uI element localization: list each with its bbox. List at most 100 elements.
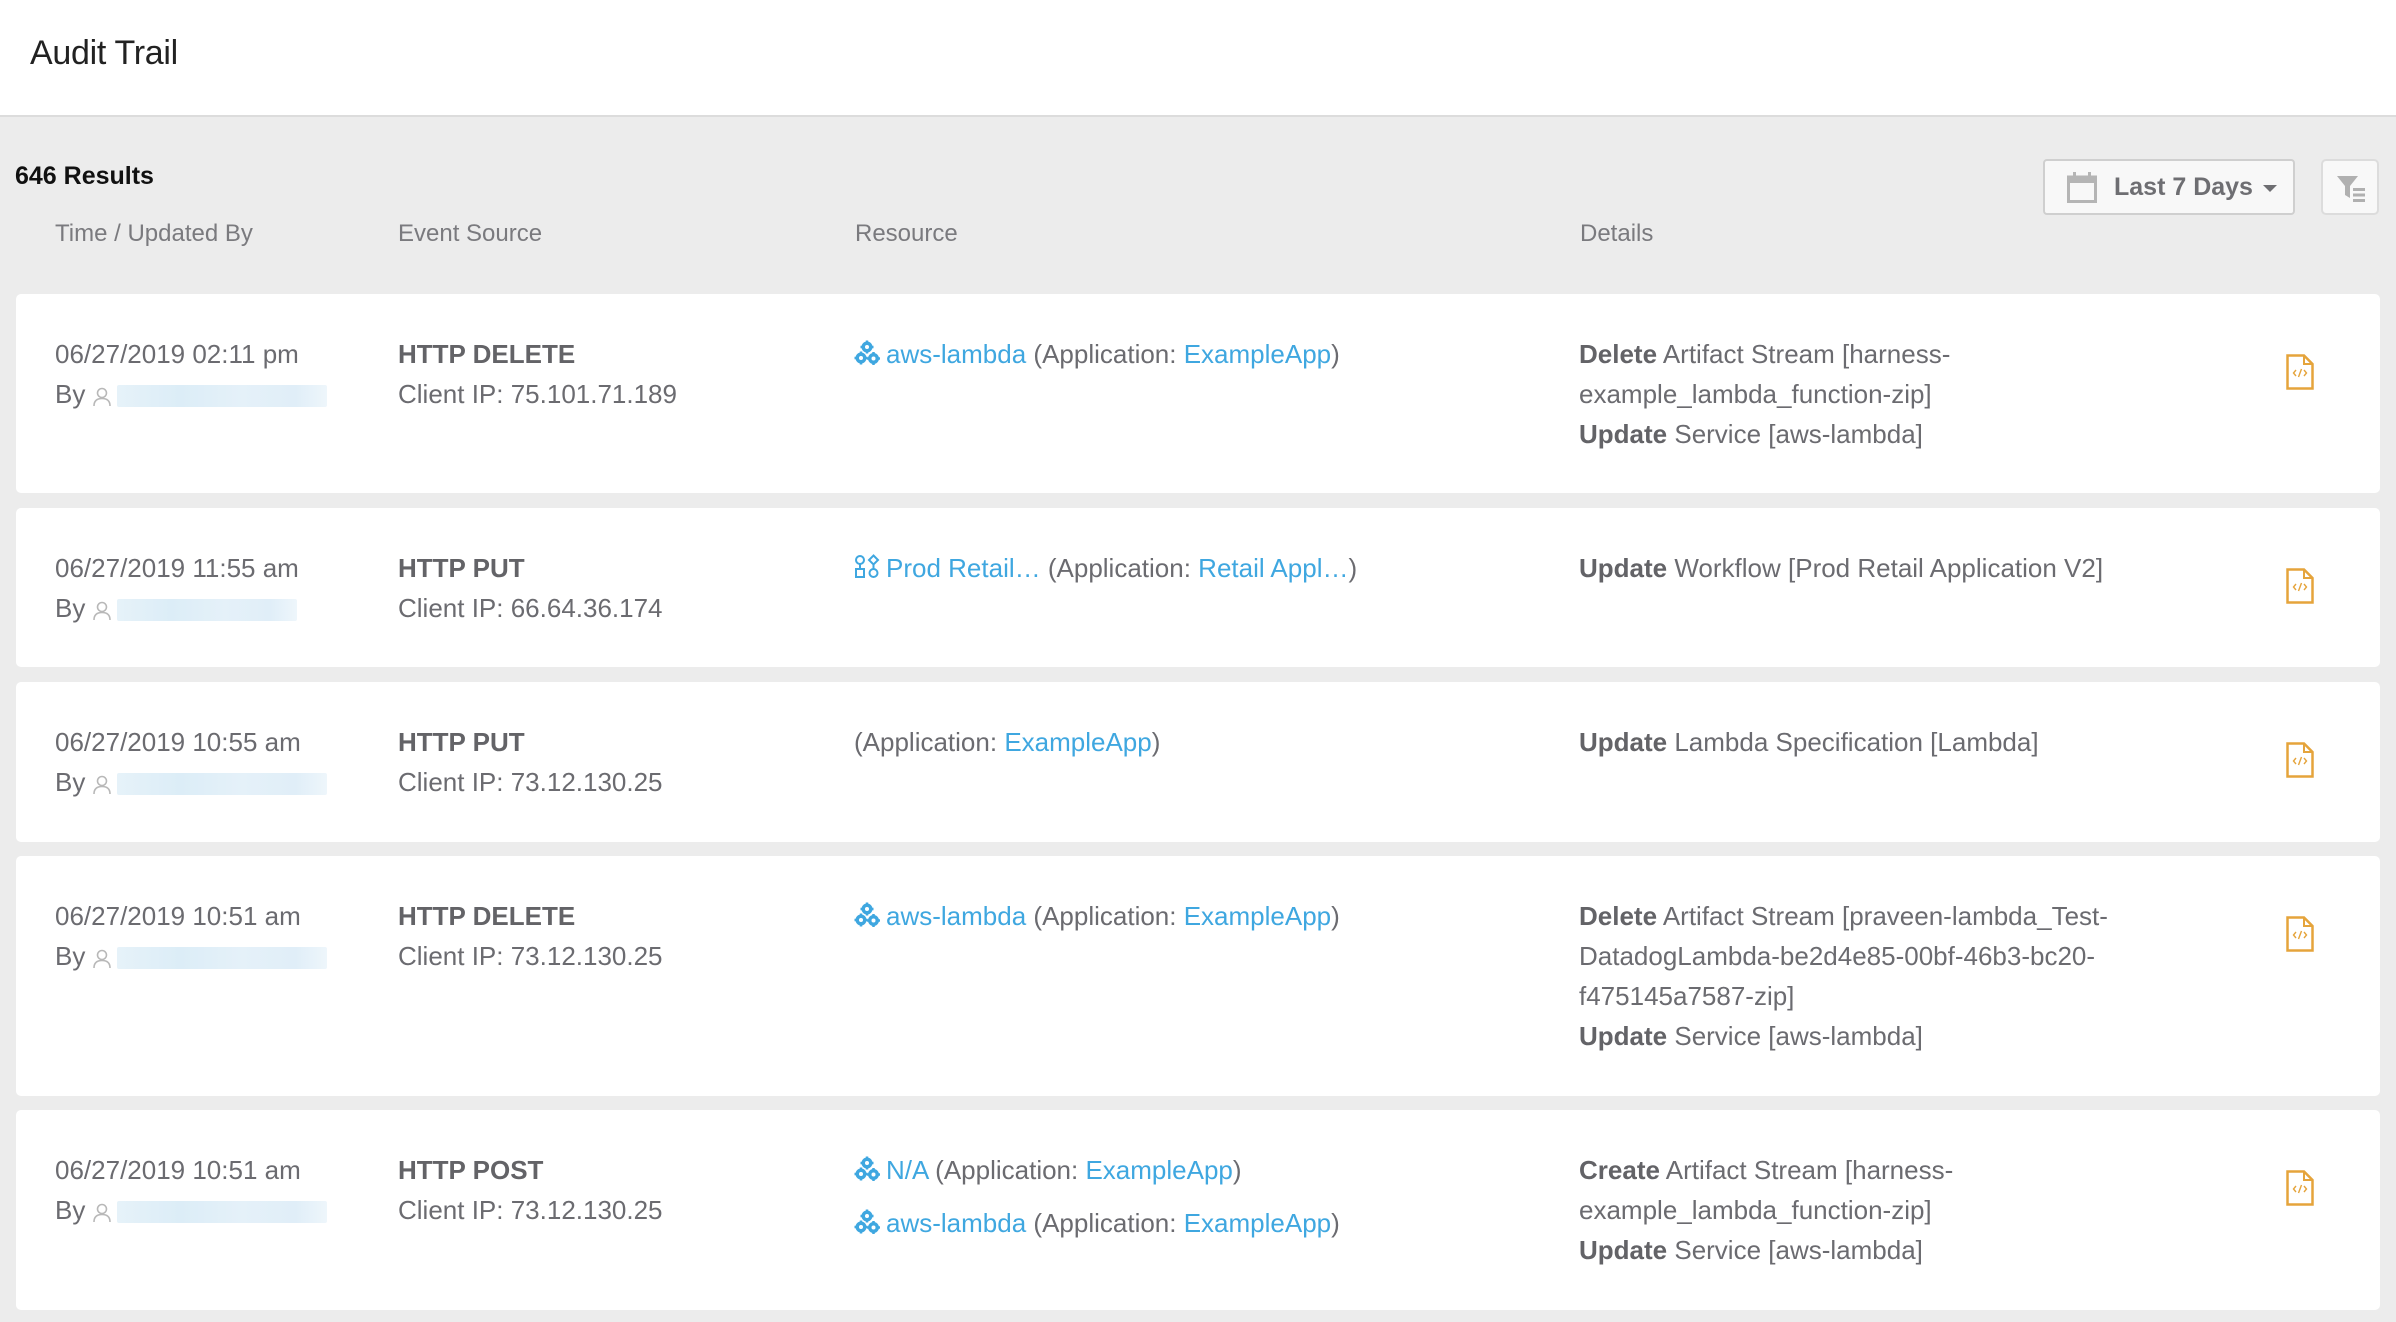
by-label: By [55, 593, 86, 623]
application-suffix: ) [1348, 553, 1358, 583]
time-cell: 06/27/2019 02:11 pm By [55, 334, 375, 418]
resource-link[interactable]: Prod Retail… [886, 553, 1041, 583]
view-yaml-file-icon[interactable] [2286, 568, 2314, 609]
view-yaml-file-icon[interactable] [2286, 916, 2314, 957]
by-label: By [55, 1195, 86, 1225]
user-icon [93, 940, 112, 980]
view-yaml-file-icon[interactable] [2286, 354, 2314, 395]
application-prefix: (Application: [935, 1155, 1086, 1185]
application-suffix: ) [1331, 1208, 1340, 1238]
resource-entry: aws-lambda (Application: ExampleApp) [854, 1203, 1554, 1246]
resource-entry: N/A (Application: ExampleApp) [854, 1150, 1554, 1193]
column-header-details: Details [1580, 220, 1654, 247]
resource-link[interactable]: aws-lambda [886, 901, 1026, 931]
application-prefix: (Application: [1033, 339, 1184, 369]
user-icon [93, 1194, 112, 1234]
audit-row: 06/27/2019 02:11 pm By HTTP DELETE Clien… [16, 294, 2380, 493]
user-link-redacted[interactable] [117, 385, 328, 408]
event-source-cell: HTTP PUT Client IP: 66.64.36.174 [398, 548, 818, 628]
timestamp: 06/27/2019 02:11 pm [55, 339, 299, 369]
date-range-value: Last 7 Days [2114, 173, 2253, 201]
resource-cell: aws-lambda (Application: ExampleApp) [854, 334, 1554, 377]
detail-line: Update Service [aws-lambda] [1579, 1016, 2159, 1056]
user-icon [93, 592, 112, 632]
details-cell: Update Lambda Specification [Lambda] [1579, 722, 2159, 762]
application-link[interactable]: ExampleApp [1004, 727, 1151, 757]
resource-cell: (Application: ExampleApp) [854, 722, 1554, 762]
detail-text: Workflow [Prod Retail Application V2] [1667, 553, 2104, 583]
detail-line: Delete Artifact Stream [praveen-lambda_T… [1579, 896, 2159, 1016]
user-link-redacted[interactable] [117, 1201, 328, 1224]
column-header-resource: Resource [855, 220, 958, 247]
calendar-icon [2067, 171, 2097, 203]
details-cell: Delete Artifact Stream [praveen-lambda_T… [1579, 896, 2159, 1056]
audit-row: 06/27/2019 11:55 am By HTTP PUT Client I… [16, 508, 2380, 667]
view-yaml-file-icon[interactable] [2286, 1170, 2314, 1211]
resource-cell: N/A (Application: ExampleApp) aws-lambda… [854, 1150, 1554, 1246]
user-link-redacted[interactable] [117, 599, 298, 622]
service-icon [854, 1153, 880, 1193]
client-ip: Client IP: 73.12.130.25 [398, 941, 663, 971]
by-label: By [55, 767, 86, 797]
detail-text: Service [aws-lambda] [1667, 419, 1923, 449]
http-method: HTTP DELETE [398, 901, 576, 931]
application-link[interactable]: Retail Appl… [1198, 553, 1348, 583]
http-method: HTTP PUT [398, 727, 525, 757]
event-source-cell: HTTP POST Client IP: 73.12.130.25 [398, 1150, 818, 1230]
application-prefix: (Application: [854, 727, 1005, 757]
audit-row: 06/27/2019 10:51 am By HTTP DELETE Clien… [16, 856, 2380, 1096]
audit-row: 06/27/2019 10:55 am By HTTP PUT Client I… [16, 682, 2380, 842]
resource-entry: (Application: ExampleApp) [854, 722, 1554, 762]
detail-action: Update [1579, 727, 1668, 757]
time-cell: 06/27/2019 11:55 am By [55, 548, 375, 632]
detail-text: Service [aws-lambda] [1667, 1021, 1923, 1051]
application-link[interactable]: ExampleApp [1085, 1155, 1232, 1185]
details-cell: Delete Artifact Stream [harness-example_… [1579, 334, 2159, 454]
resource-link[interactable]: aws-lambda [886, 1208, 1026, 1238]
column-header-time: Time / Updated By [55, 220, 253, 247]
resource-entry: aws-lambda (Application: ExampleApp) [854, 896, 1554, 939]
detail-text: Artifact Stream [praveen-lambda_Test-Dat… [1579, 901, 2108, 1011]
detail-action: Create [1579, 1155, 1660, 1185]
detail-line: Update Lambda Specification [Lambda] [1579, 722, 2159, 762]
client-ip: Client IP: 75.101.71.189 [398, 379, 677, 409]
column-header-event-source: Event Source [398, 220, 543, 247]
updated-by: By [55, 1190, 375, 1234]
event-source-cell: HTTP DELETE Client IP: 75.101.71.189 [398, 334, 818, 414]
application-prefix: (Application: [1047, 553, 1199, 583]
view-yaml-file-icon[interactable] [2286, 742, 2314, 783]
http-method: HTTP DELETE [398, 339, 576, 369]
by-label: By [55, 941, 86, 971]
application-link[interactable]: ExampleApp [1184, 339, 1331, 369]
resource-link[interactable]: N/A [886, 1155, 928, 1185]
http-method: HTTP POST [398, 1155, 544, 1185]
updated-by: By [55, 936, 375, 980]
time-cell: 06/27/2019 10:51 am By [55, 1150, 375, 1234]
application-link[interactable]: ExampleApp [1184, 1208, 1331, 1238]
detail-line: Update Service [aws-lambda] [1579, 414, 2159, 454]
service-icon [854, 337, 880, 377]
timestamp: 06/27/2019 10:51 am [55, 901, 301, 931]
resource-link[interactable]: aws-lambda [886, 339, 1026, 369]
detail-action: Update [1579, 1021, 1668, 1051]
user-link-redacted[interactable] [117, 947, 328, 970]
application-suffix: ) [1232, 1155, 1242, 1185]
workflow-icon [854, 551, 880, 591]
chevron-down-icon [2263, 185, 2277, 192]
detail-line: Create Artifact Stream [harness-example_… [1579, 1150, 2159, 1230]
audit-row: 06/27/2019 10:51 am By HTTP POST Client … [16, 1110, 2380, 1310]
page-header: Audit Trail [0, 0, 2396, 117]
user-link-redacted[interactable] [117, 773, 328, 796]
updated-by: By [55, 374, 375, 418]
updated-by: By [55, 588, 375, 632]
results-count: 646 Results [15, 162, 154, 190]
page-title: Audit Trail [30, 34, 178, 72]
detail-text: Service [aws-lambda] [1667, 1235, 1923, 1265]
filter-button[interactable] [2321, 159, 2379, 215]
client-ip: Client IP: 73.12.130.25 [398, 1195, 663, 1225]
timestamp: 06/27/2019 10:55 am [55, 727, 301, 757]
date-range-dropdown[interactable]: Last 7 Days [2043, 159, 2295, 215]
application-suffix: ) [1331, 901, 1340, 931]
application-suffix: ) [1151, 727, 1161, 757]
application-link[interactable]: ExampleApp [1184, 901, 1331, 931]
